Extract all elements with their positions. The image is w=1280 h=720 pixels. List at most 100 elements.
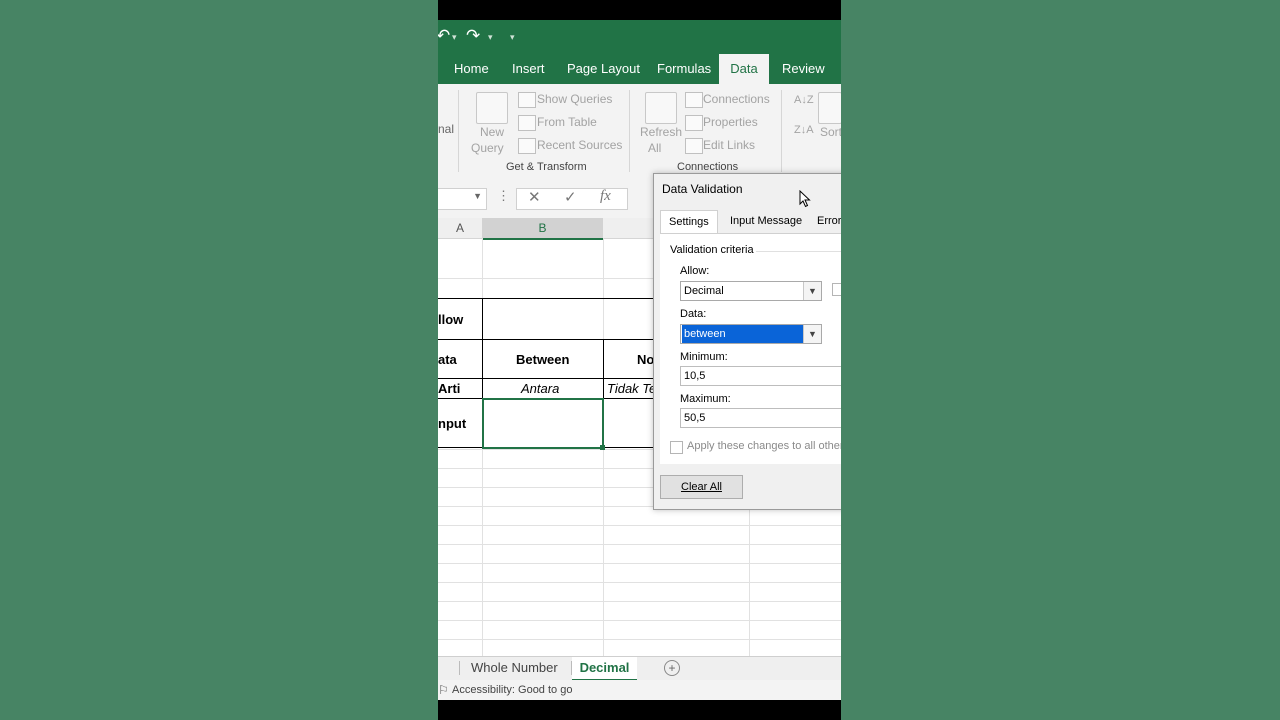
table-border [438,378,658,379]
column-header-b[interactable]: B [482,218,603,240]
apply-to-all-label: Apply these changes to all other c [687,440,841,452]
grid-line [438,525,841,526]
tab-page-layout[interactable]: Page Layout [561,54,646,84]
add-sheet-icon[interactable]: + [664,660,680,676]
data-select[interactable]: between ▼ [680,324,822,344]
cell-tidak-antara[interactable]: Tidak Te [607,381,656,396]
refresh-all-label-1[interactable]: Refresh [640,125,682,139]
status-bar: ⚐ Accessibility: Good to go [438,680,841,700]
show-queries-button[interactable]: Show Queries [537,92,612,106]
formula-bar-more-icon: ⋮ [497,188,510,203]
phone-frame: ↶ ▾ ↷ ▾ ▾ Home Insert Page Layout Formul… [438,0,841,720]
from-table-button[interactable]: From Table [537,115,597,129]
clear-all-button[interactable]: Clear All [660,475,743,499]
tab-review[interactable]: Review [776,54,831,84]
row-label-arti[interactable]: Arti [438,381,460,396]
tab-home[interactable]: Home [448,54,495,84]
group-label-get-transform: Get & Transform [506,161,587,173]
edit-links-button[interactable]: Edit Links [703,138,755,152]
dialog-tab-input-message[interactable]: Input Message [730,210,802,232]
name-box[interactable]: ▼ [438,188,487,210]
section-divider [756,251,841,252]
minimum-label: Minimum: [680,351,728,363]
redo-icon[interactable]: ↷ [466,26,480,46]
sort-ascending-icon[interactable]: A↓Z [794,94,814,106]
ribbon-separator [458,90,459,172]
recent-sources-button[interactable]: Recent Sources [537,138,622,152]
table-border [438,298,658,299]
new-query-label-2[interactable]: Query [471,141,504,155]
connections-icon [685,92,703,108]
cell-antara[interactable]: Antara [521,381,559,396]
allow-label: Allow: [680,265,710,277]
undo-icon[interactable]: ↶ [438,26,450,46]
sheet-tab-whole-number[interactable]: Whole Number [471,657,558,679]
selected-cell[interactable] [482,398,605,450]
ribbon-tabs: Home Insert Page Layout Formulas Data Re… [438,54,841,84]
undo-dropdown-icon[interactable]: ▾ [452,32,457,43]
data-value: between [682,325,803,343]
data-label: Data: [680,308,707,320]
dialog-tab-error-alert[interactable]: Error [817,210,841,232]
row-label-allow[interactable]: llow [438,312,463,327]
ignore-blank-checkbox[interactable] [832,283,841,296]
refresh-all-icon[interactable] [645,92,677,124]
accessibility-icon[interactable]: ⚐ [438,680,449,700]
enter-formula-icon[interactable]: ✓ [564,188,577,206]
grid-line [438,601,841,602]
from-table-icon [518,115,536,131]
allow-value: Decimal [684,285,724,297]
settings-panel: Validation criteria Allow: Decimal ▼ Dat… [660,233,841,464]
grid-line [438,544,841,545]
grid-line [438,563,841,564]
sort-icon[interactable] [818,92,841,124]
chevron-down-icon[interactable]: ▼ [803,282,821,300]
maximum-label: Maximum: [680,393,731,405]
allow-select[interactable]: Decimal ▼ [680,281,822,301]
new-query-icon[interactable] [476,92,508,124]
cancel-formula-icon[interactable]: ✕ [528,188,541,206]
edit-links-icon [685,138,703,154]
mouse-cursor-icon [799,190,811,208]
apply-to-all-checkbox[interactable] [670,441,683,454]
dialog-tab-settings[interactable]: Settings [660,210,718,233]
tab-data[interactable]: Data [719,54,769,84]
sort-descending-icon[interactable]: Z↓A [794,124,814,136]
ribbon: nal New Query Show Queries From Table Re… [438,84,841,181]
chevron-down-icon[interactable]: ▼ [803,325,821,343]
properties-icon [685,115,703,131]
name-box-dropdown-icon[interactable]: ▼ [473,191,482,201]
tab-insert[interactable]: Insert [506,54,551,84]
connections-button[interactable]: Connections [703,92,770,106]
ribbon-separator [629,90,630,172]
show-queries-icon [518,92,536,108]
sheet-tab-decimal[interactable]: Decimal [572,657,637,681]
column-header-a[interactable]: A [438,218,482,239]
title-bar: ↶ ▾ ↷ ▾ ▾ [438,20,841,54]
cell-between[interactable]: Between [516,352,569,367]
accessibility-status[interactable]: Accessibility: Good to go [452,680,572,700]
minimum-input[interactable]: 10,5 [680,366,841,386]
data-validation-dialog: Data Validation Settings Input Message E… [653,173,841,510]
cell-not-between[interactable]: No [637,352,654,367]
insert-function-icon[interactable]: fx [600,188,611,205]
tab-formulas[interactable]: Formulas [651,54,717,84]
row-label-data[interactable]: ata [438,352,457,367]
refresh-all-label-2[interactable]: All [648,141,661,155]
excel-window: ↶ ▾ ↷ ▾ ▾ Home Insert Page Layout Formul… [438,20,841,700]
sort-button[interactable]: Sort [820,125,841,139]
get-external-data-button[interactable]: nal [438,122,454,136]
fill-handle[interactable] [600,445,605,450]
tab-divider [459,661,460,675]
validation-criteria-heading: Validation criteria [670,244,754,256]
grid-line [438,620,841,621]
properties-button[interactable]: Properties [703,115,758,129]
new-query-label-1[interactable]: New [480,125,504,139]
ribbon-separator [781,90,782,172]
grid-line [438,582,841,583]
redo-dropdown-icon[interactable]: ▾ [488,32,493,43]
row-label-input[interactable]: nput [438,416,466,431]
maximum-input[interactable]: 50,5 [680,408,841,428]
recent-sources-icon [518,138,536,154]
customize-qat-icon[interactable]: ▾ [510,32,515,43]
